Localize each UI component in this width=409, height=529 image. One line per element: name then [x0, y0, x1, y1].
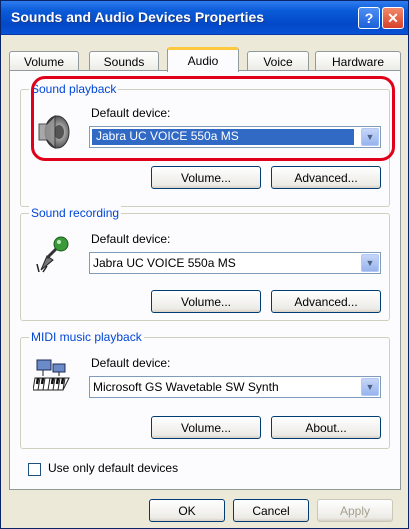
close-button[interactable]: ✕ — [382, 7, 404, 29]
midi-about-button[interactable]: About... — [271, 416, 381, 439]
playback-volume-button[interactable]: Volume... — [151, 166, 261, 189]
help-button[interactable]: ? — [358, 7, 380, 29]
sound-recording-title: Sound recording — [29, 206, 122, 220]
tab-audio[interactable]: Audio — [167, 47, 239, 72]
midi-device-value: Microsoft GS Wavetable SW Synth — [93, 380, 279, 394]
window-title: Sounds and Audio Devices Properties — [11, 9, 265, 25]
chevron-down-icon[interactable]: ▼ — [361, 254, 379, 272]
midi-keyboard-icon — [33, 359, 70, 391]
chevron-down-icon[interactable]: ▼ — [361, 128, 379, 146]
recording-advanced-button[interactable]: Advanced... — [271, 290, 381, 313]
microphone-icon — [36, 236, 69, 273]
midi-device-label: Default device: — [91, 356, 171, 370]
tab-strip: Volume Sounds Audio Voice Hardware — [9, 47, 401, 72]
recording-volume-button[interactable]: Volume... — [151, 290, 261, 313]
midi-playback-group: MIDI music playback Default device: Micr… — [20, 330, 390, 449]
sound-recording-group: Sound recording Default device: Jabra UC… — [20, 206, 390, 321]
playback-device-label: Default device: — [91, 106, 171, 120]
audio-tab-panel: Sound playback Default device: Jabra UC … — [9, 70, 401, 490]
playback-advanced-button[interactable]: Advanced... — [271, 166, 381, 189]
midi-playback-title: MIDI music playback — [29, 330, 144, 344]
title-bar[interactable]: Sounds and Audio Devices Properties ? ✕ — [1, 1, 408, 35]
tab-volume[interactable]: Volume — [9, 51, 79, 71]
midi-volume-button[interactable]: Volume... — [151, 416, 261, 439]
close-icon: ✕ — [387, 9, 399, 26]
chevron-down-icon[interactable]: ▼ — [361, 378, 379, 396]
sound-playback-group: Sound playback Default device: Jabra UC … — [20, 82, 390, 207]
midi-device-select[interactable]: Microsoft GS Wavetable SW Synth ▼ — [89, 376, 381, 398]
recording-device-value: Jabra UC VOICE 550a MS — [93, 256, 236, 270]
cancel-button[interactable]: Cancel — [233, 499, 309, 522]
apply-button[interactable]: Apply — [317, 499, 393, 522]
playback-device-value: Jabra UC VOICE 550a MS — [92, 129, 354, 145]
use-default-devices-checkbox[interactable] — [28, 463, 41, 476]
playback-device-select[interactable]: Jabra UC VOICE 550a MS ▼ — [89, 126, 381, 148]
use-default-devices-label[interactable]: Use only default devices — [48, 461, 178, 475]
properties-window: Sounds and Audio Devices Properties ? ✕ … — [0, 0, 409, 529]
recording-device-select[interactable]: Jabra UC VOICE 550a MS ▼ — [89, 252, 381, 274]
speaker-icon — [38, 114, 70, 150]
sound-playback-title: Sound playback — [29, 82, 119, 96]
tab-voice[interactable]: Voice — [247, 51, 309, 71]
help-icon: ? — [364, 10, 374, 26]
tab-sounds[interactable]: Sounds — [89, 51, 159, 71]
ok-button[interactable]: OK — [149, 499, 225, 522]
tab-hardware[interactable]: Hardware — [315, 51, 401, 71]
recording-device-label: Default device: — [91, 232, 171, 246]
